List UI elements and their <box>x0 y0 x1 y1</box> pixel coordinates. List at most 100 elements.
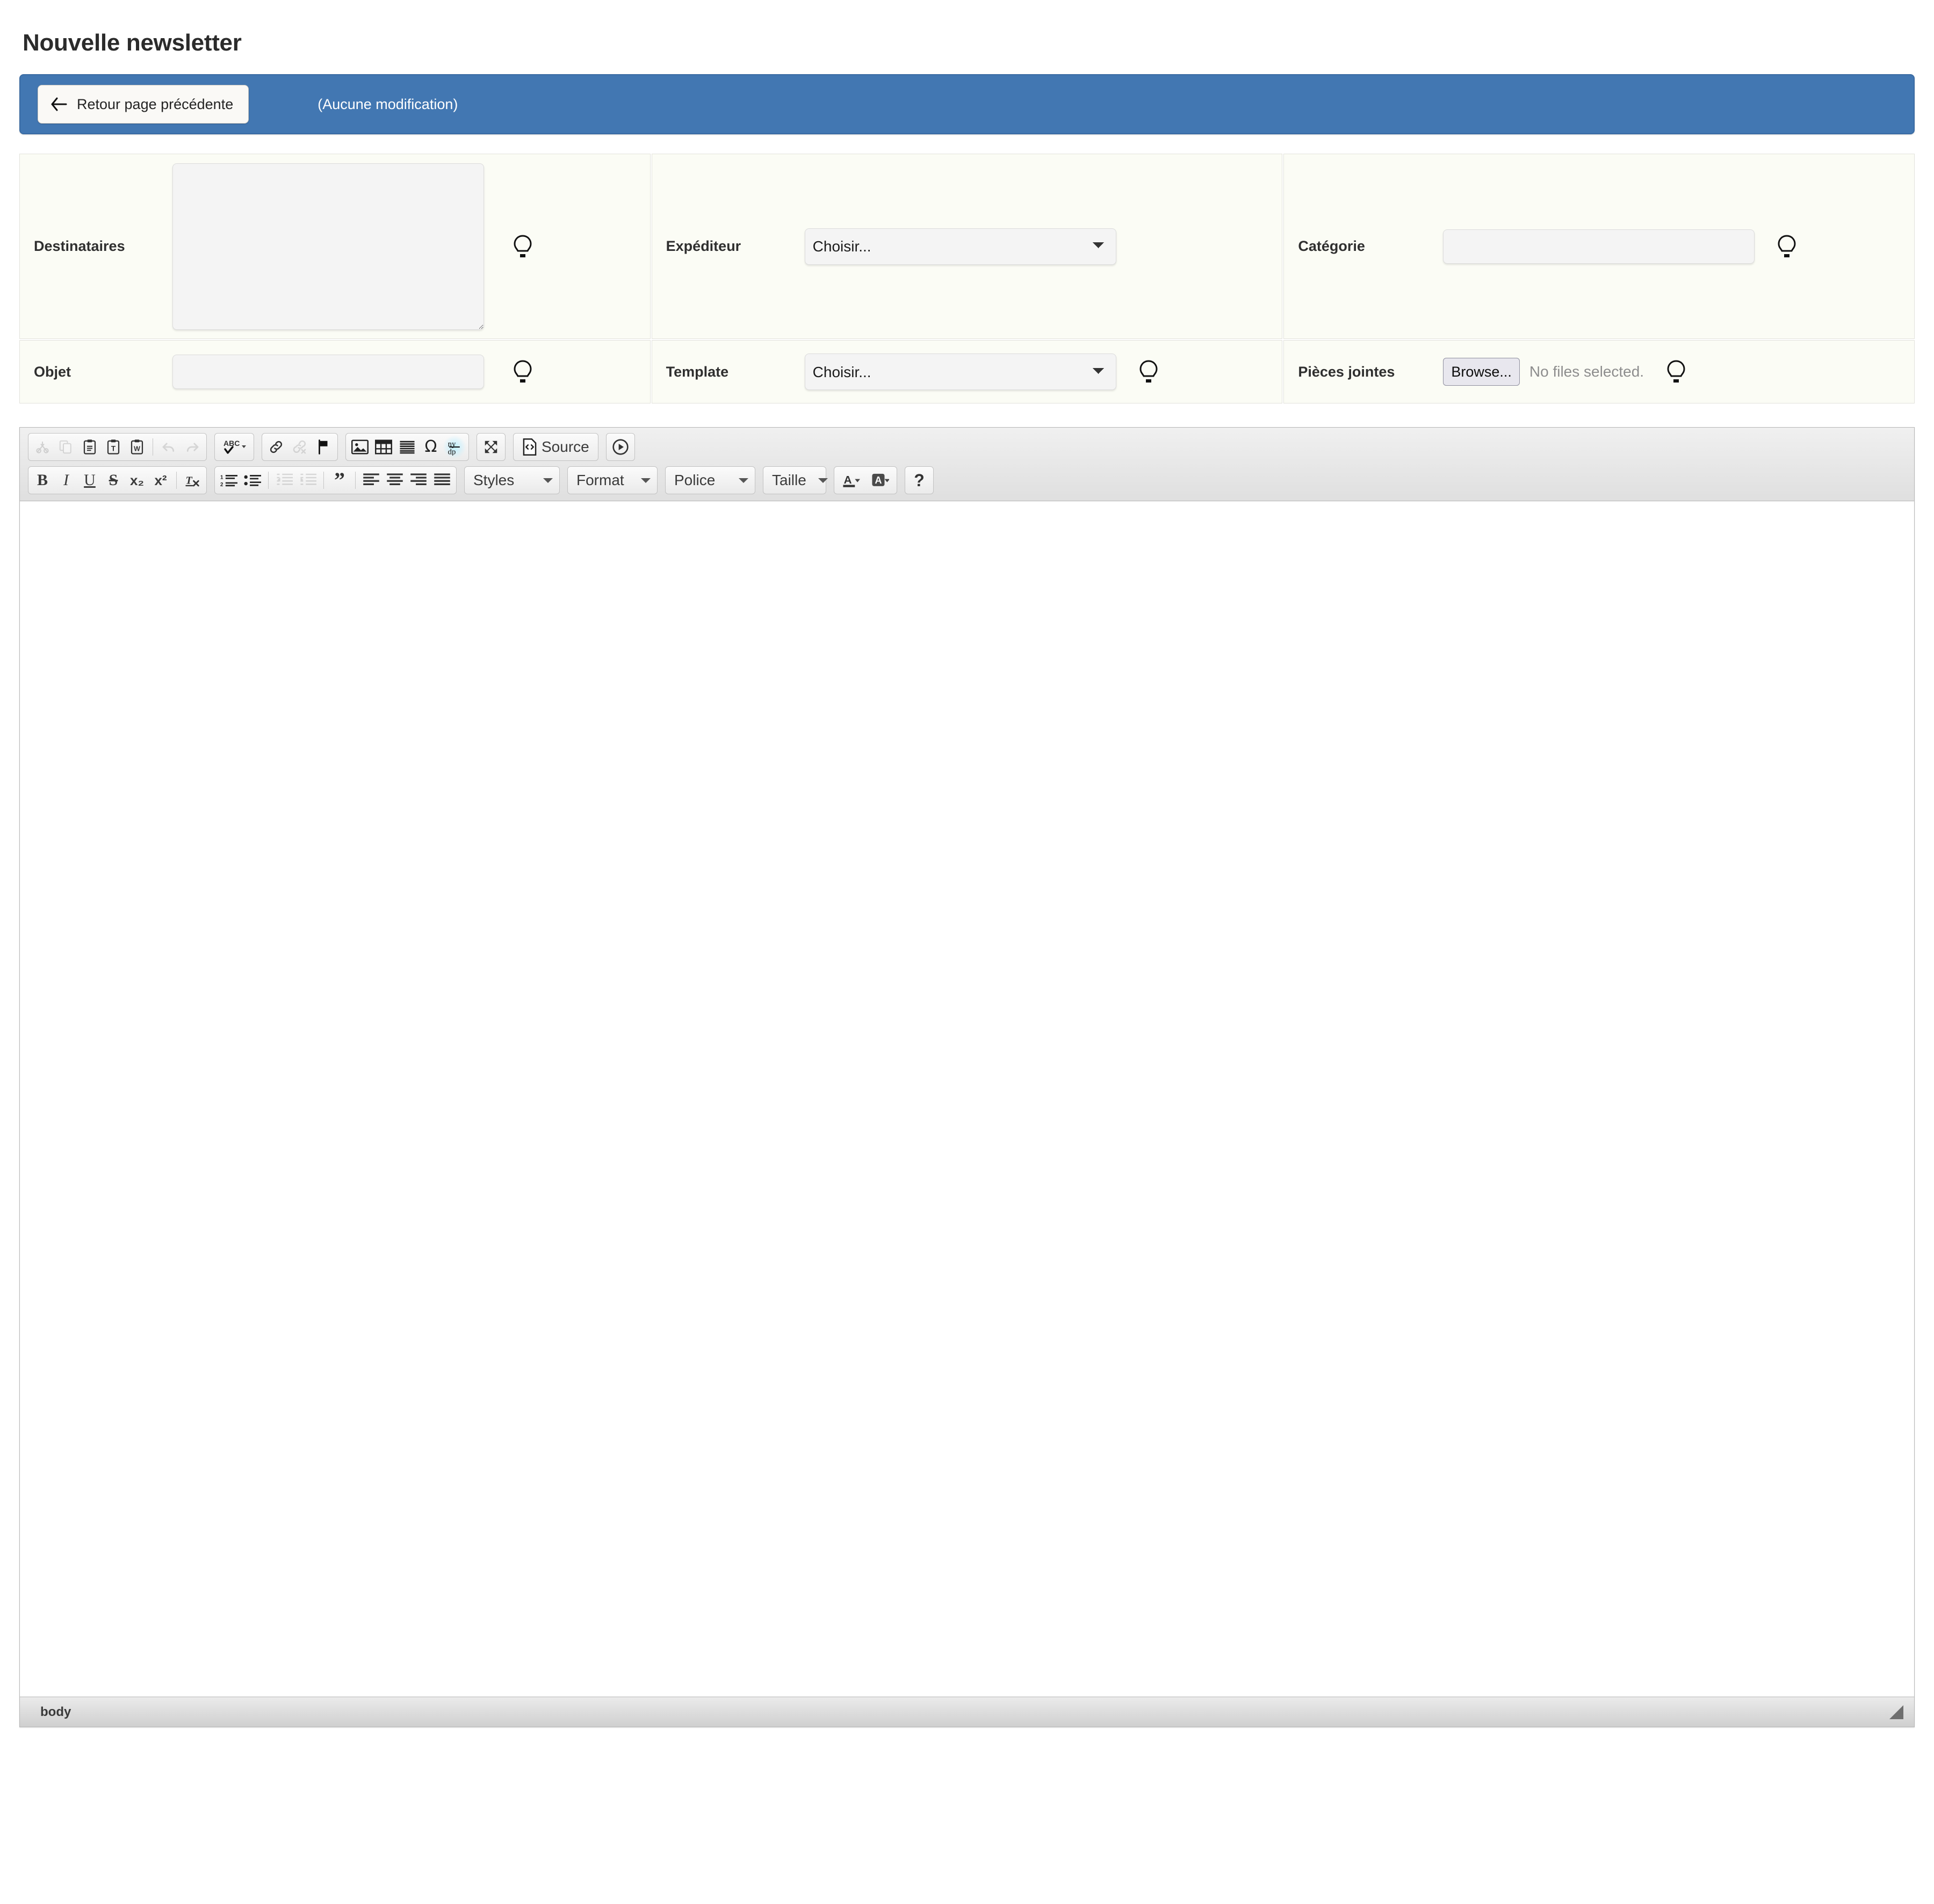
svg-text:A: A <box>844 474 852 486</box>
bulleted-list-icon[interactable] <box>241 468 264 492</box>
undo-icon[interactable] <box>157 435 181 459</box>
align-center-icon[interactable] <box>383 468 407 492</box>
background-color-icon[interactable]: A <box>865 468 894 492</box>
form-column-2: Expéditeur Choisir... Template Choisir..… <box>651 154 1283 403</box>
outdent-icon[interactable] <box>272 468 296 492</box>
source-button[interactable]: Source <box>516 435 596 459</box>
help-icon[interactable]: ? <box>907 468 931 492</box>
paste-word-icon[interactable]: W <box>125 435 149 459</box>
page-root: Nouvelle newsletter Retour page précéden… <box>0 27 1934 1727</box>
svg-text:A: A <box>875 475 882 486</box>
indent-icon[interactable] <box>296 468 320 492</box>
chevron-down-icon <box>818 478 828 483</box>
remove-format-icon[interactable]: T <box>181 468 204 492</box>
arrow-left-icon <box>50 96 68 112</box>
styles-dropdown[interactable]: Styles <box>464 466 560 494</box>
resize-grip-icon[interactable] <box>1889 1705 1903 1719</box>
toolbar-group-help: ? <box>905 466 934 494</box>
toolbar-row-1: T W ABC Ω ny dp Source <box>24 433 1910 461</box>
maximize-icon[interactable] <box>479 435 503 459</box>
control-expediteur: Choisir... <box>804 228 1116 265</box>
blockquote-icon[interactable]: ” <box>328 468 351 492</box>
lightbulb-icon[interactable] <box>1776 234 1798 259</box>
categorie-input[interactable] <box>1443 229 1755 264</box>
form-column-1: Destinataires Objet <box>19 154 651 403</box>
label-categorie: Catégorie <box>1298 238 1365 254</box>
lightbulb-icon[interactable] <box>512 234 533 259</box>
chevron-down-icon <box>739 478 748 483</box>
text-color-icon[interactable]: A <box>836 468 865 492</box>
link-icon[interactable] <box>264 435 288 459</box>
objet-input[interactable] <box>172 355 484 389</box>
chevron-down-icon <box>543 478 553 483</box>
italic-icon[interactable]: I <box>54 468 78 492</box>
lightbulb-icon[interactable] <box>1138 359 1159 385</box>
toolbar-group-clipboard: T W <box>28 433 207 461</box>
toolbar-separator <box>268 472 269 489</box>
control-categorie <box>1443 229 1798 264</box>
special-char-icon[interactable]: Ω <box>419 435 443 459</box>
play-media-icon[interactable] <box>609 435 632 459</box>
paste-text-icon[interactable]: T <box>102 435 125 459</box>
copy-icon[interactable] <box>54 435 78 459</box>
taille-dropdown[interactable]: Taille <box>763 466 828 494</box>
field-expediteur: Expéditeur Choisir... <box>651 154 1283 339</box>
file-input[interactable]: Browse... No files selected. <box>1443 358 1644 386</box>
chevron-down-icon <box>641 478 651 483</box>
file-status-label: No files selected. <box>1529 363 1644 380</box>
toolbar-group-paragraph: 12 ” <box>214 466 457 494</box>
unlink-icon[interactable] <box>288 435 312 459</box>
bold-icon[interactable]: B <box>31 468 54 492</box>
numbered-list-icon[interactable]: 12 <box>217 468 241 492</box>
label-objet: Objet <box>34 363 71 380</box>
horizontal-rule-icon[interactable] <box>395 435 419 459</box>
modification-status: (Aucune modification) <box>317 96 458 112</box>
table-icon[interactable] <box>372 435 395 459</box>
toolbar-group-links <box>262 433 338 461</box>
rich-text-editor: T W ABC Ω ny dp Source B I U S x₂ x² T 1… <box>19 427 1915 1727</box>
lightbulb-icon[interactable] <box>1665 359 1687 385</box>
browse-button[interactable]: Browse... <box>1443 358 1520 386</box>
expediteur-select[interactable]: Choisir... <box>804 228 1116 265</box>
cut-icon[interactable] <box>31 435 54 459</box>
page-title: Nouvelle newsletter <box>23 30 242 56</box>
back-button[interactable]: Retour page précédente <box>38 85 249 124</box>
control-destinataires <box>172 163 533 330</box>
svg-text:ABC: ABC <box>223 439 240 448</box>
back-button-label: Retour page précédente <box>77 96 234 112</box>
editor-toolbar: T W ABC Ω ny dp Source B I U S x₂ x² T 1… <box>20 428 1914 501</box>
police-dropdown[interactable]: Police <box>665 466 755 494</box>
lightbulb-icon[interactable] <box>512 359 533 385</box>
editor-content-area[interactable] <box>20 501 1914 1697</box>
field-template: Template Choisir... <box>651 340 1283 403</box>
align-left-icon[interactable] <box>359 468 383 492</box>
label-pieces-jointes: Pièces jointes <box>1298 363 1395 380</box>
field-objet: Objet <box>19 340 651 403</box>
image-icon[interactable] <box>348 435 372 459</box>
spellcheck-icon[interactable]: ABC <box>217 435 251 459</box>
align-justify-icon[interactable] <box>430 468 454 492</box>
align-right-icon[interactable] <box>407 468 430 492</box>
form-column-3: Catégorie Pièces jointes Browse... No fi… <box>1283 154 1915 403</box>
underline-icon[interactable]: U <box>78 468 102 492</box>
element-path[interactable]: body <box>40 1705 71 1720</box>
label-expediteur: Expéditeur <box>666 238 741 254</box>
toolbar-group-colors: A A <box>834 466 897 494</box>
source-icon <box>522 438 537 456</box>
toolbar-group-maximize <box>477 433 506 461</box>
label-destinataires: Destinataires <box>34 238 125 254</box>
template-select[interactable]: Choisir... <box>804 354 1116 390</box>
styles-dropdown-label: Styles <box>473 472 515 488</box>
subscript-icon[interactable]: x₂ <box>125 468 149 492</box>
format-dropdown[interactable]: Format <box>567 466 658 494</box>
editor-status-bar: body <box>20 1697 1914 1727</box>
superscript-icon[interactable]: x² <box>149 468 172 492</box>
paste-icon[interactable] <box>78 435 102 459</box>
control-objet <box>172 355 533 389</box>
anchor-flag-icon[interactable] <box>312 435 335 459</box>
redo-icon[interactable] <box>181 435 204 459</box>
page-break-icon[interactable]: ny dp <box>443 435 466 459</box>
control-template: Choisir... <box>804 354 1159 390</box>
strikethrough-icon[interactable]: S <box>102 468 125 492</box>
destinataires-textarea[interactable] <box>172 163 484 330</box>
